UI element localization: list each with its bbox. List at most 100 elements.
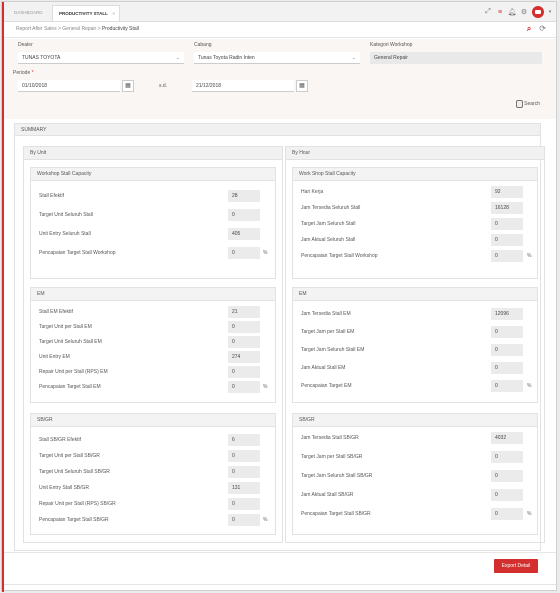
stat-label: Pencapaian Target Stall Workshop [39, 250, 116, 256]
panel-header: SB/GR [31, 414, 275, 427]
date-to-input[interactable]: 21/12/2018 [192, 80, 294, 92]
stat-row: Jam Tersedia Stall EM 12096 [293, 308, 537, 320]
stat-row: Target Jam per Stall SB/GR 0 [293, 451, 537, 463]
stat-row: Target Jam per Stall EM 0 [293, 326, 537, 338]
sd-label: s.d. [159, 83, 168, 89]
percent-unit: % [263, 250, 268, 256]
stat-value: 0 [228, 247, 260, 259]
stat-row: Target Jam Seluruh Stall SB/GR 0 [293, 470, 537, 482]
stat-value: 0 [491, 508, 523, 520]
app-frame: DASHBOARD PRODUCTIVITY STALL × ⤢ ≡ 🔔︎ ⚙ … [1, 1, 557, 592]
dealer-value: TUNAS TOYOTA [22, 55, 61, 61]
dealer-select[interactable]: TUNAS TOYOTA ⌄ [18, 52, 184, 64]
stat-row: Pencapaian Target Stall SB/GR 0% [31, 514, 275, 526]
calendar-icon[interactable]: ▦ [122, 80, 134, 92]
chevron-down-icon[interactable]: ▾ [548, 8, 552, 16]
percent-unit: % [527, 253, 532, 259]
stat-label: Jam Tersedia Seluruh Stall [301, 205, 361, 211]
tab-bar: DASHBOARD PRODUCTIVITY STALL × ⤢ ≡ 🔔︎ ⚙ … [4, 2, 556, 22]
search-icon[interactable]: ⌕ [527, 25, 531, 33]
stat-label: Target Jam Seluruh Stall SB/GR [301, 473, 373, 479]
stat-label: Target Jam Seluruh Stall [301, 221, 356, 227]
refresh-icon[interactable]: ⟳ [539, 25, 546, 33]
stat-row: Target Unit Seluruh Stall SB/GR 0 [31, 466, 275, 478]
stat-value: 21 [228, 306, 260, 318]
stat-label: Pencapaian Target Stall Workshop [301, 253, 378, 259]
menu-icon[interactable]: ≡ [496, 8, 504, 16]
hour-sbgr-panel: SB/GR Jam Tersedia Stall SB/GR 4032 Targe… [292, 413, 538, 535]
date-from-input[interactable]: 01/10/2018 [18, 80, 120, 92]
cabang-value: Tunas Toyota Radin Inten [198, 55, 255, 61]
summary-body: By Unit Workshop Stall Capacity Stall Ef… [14, 136, 545, 551]
stat-row: Target Jam Seluruh Stall EM 0 [293, 344, 537, 356]
panel-header: EM [293, 288, 537, 301]
stat-row: Jam Aktual Seluruh Stall 0 [293, 234, 537, 246]
stat-value: 0 [228, 466, 260, 478]
stat-value: 131 [228, 482, 260, 494]
stat-label: Target Unit Seluruh Stall [39, 212, 93, 218]
stat-label: Unit Entry Seluruh Stall [39, 231, 91, 237]
stat-row: Target Unit per Stall EM 0 [31, 321, 275, 333]
stat-row: Unit Entry EM 274 [31, 351, 275, 363]
dealer-label: Dealer [18, 42, 33, 48]
stat-label: Target Unit Seluruh Stall SB/GR [39, 469, 110, 475]
stat-row: Jam Aktual Stall EM 0 [293, 362, 537, 374]
required-mark: * [31, 70, 34, 76]
stat-row: Jam Tersedia Seluruh Stall 16128 [293, 202, 537, 214]
by-hour-header: By Hour [286, 147, 544, 160]
stat-row: Pencapaian Target Stall SB/GR 0% [293, 508, 537, 520]
footer-divider [4, 584, 556, 585]
stat-value: 0 [491, 218, 523, 230]
stat-value: 0 [491, 380, 523, 392]
stat-row: Pencapaian Target Stall EM 0% [31, 381, 275, 393]
avatar-icon[interactable] [532, 6, 544, 18]
action-bar: Export Detail [4, 552, 556, 580]
stat-label: Pencapaian Target EM [301, 383, 352, 389]
cabang-select[interactable]: Tunas Toyota Radin Inten ⌄ [194, 52, 360, 64]
breadcrumb-item[interactable]: Report After Sales [16, 26, 57, 32]
stat-value: 4032 [491, 432, 523, 444]
by-unit-header: By Unit [24, 147, 282, 160]
stat-label: Repair Unit per Stall (RPS) SB/GR [39, 501, 116, 507]
expand-icon[interactable]: ⤢ [484, 8, 492, 16]
top-toolbar: ⤢ ≡ 🔔︎ ⚙ ▾ [484, 4, 552, 20]
search-button[interactable]: Search [516, 100, 540, 108]
stat-label: Jam Aktual Seluruh Stall [301, 237, 356, 243]
tab-productivity-stall[interactable]: PRODUCTIVITY STALL × [52, 5, 120, 21]
stat-row: Target Jam Seluruh Stall 0 [293, 218, 537, 230]
breadcrumb-current: Productivity Stall [101, 26, 139, 32]
calendar-icon[interactable]: ▦ [296, 80, 308, 92]
periode-text: Periode [13, 70, 31, 76]
bell-icon[interactable]: 🔔︎ [508, 8, 517, 16]
stat-label: Target Unit per Stall SB/GR [39, 453, 100, 459]
stat-label: Unit Entry Stall SB/GR [39, 485, 90, 491]
panel-header: EM [31, 288, 275, 301]
chevron-down-icon: ⌄ [351, 55, 356, 61]
export-detail-button[interactable]: Export Detail [494, 559, 538, 573]
stat-value: 405 [228, 228, 260, 240]
stat-value: 92 [491, 186, 523, 198]
tab-dashboard[interactable]: DASHBOARD [8, 5, 52, 21]
stat-label: Jam Aktual Stall EM [301, 365, 346, 371]
by-unit-column: By Unit Workshop Stall Capacity Stall Ef… [23, 146, 283, 543]
unit-em-panel: EM Stall EM Efektif 21 Target Unit per St… [30, 287, 276, 403]
stat-value: 28 [228, 190, 260, 202]
stat-value: 0 [228, 209, 260, 221]
gear-icon[interactable]: ⚙ [520, 8, 528, 16]
breadcrumb: Report After Sales > General Repair > Pr… [16, 26, 139, 32]
hour-workshop-panel: Work Shop Stall Capacity Hari Kerja 92 Ja… [292, 167, 538, 279]
periode-label: Periode * [13, 70, 34, 76]
stat-label: Stall EM Efektif [39, 309, 73, 315]
stat-value: 16128 [491, 202, 523, 214]
close-icon[interactable]: × [112, 6, 115, 22]
stat-label: Pencapaian Target Stall SB/GR [301, 511, 371, 517]
stat-value: 0 [228, 498, 260, 510]
stat-label: Repair Unit per Stall (RPS) EM [39, 369, 108, 375]
stat-row: Target Unit per Stall SB/GR 0 [31, 450, 275, 462]
stat-row: Unit Entry Stall SB/GR 131 [31, 482, 275, 494]
breadcrumb-item[interactable]: General Repair [62, 26, 96, 32]
date-from-value: 01/10/2018 [22, 83, 48, 89]
stat-value: 0 [491, 362, 523, 374]
stat-row: Repair Unit per Stall (RPS) SB/GR 0 [31, 498, 275, 510]
stat-label: Jam Aktual Stall SB/GR [301, 492, 354, 498]
